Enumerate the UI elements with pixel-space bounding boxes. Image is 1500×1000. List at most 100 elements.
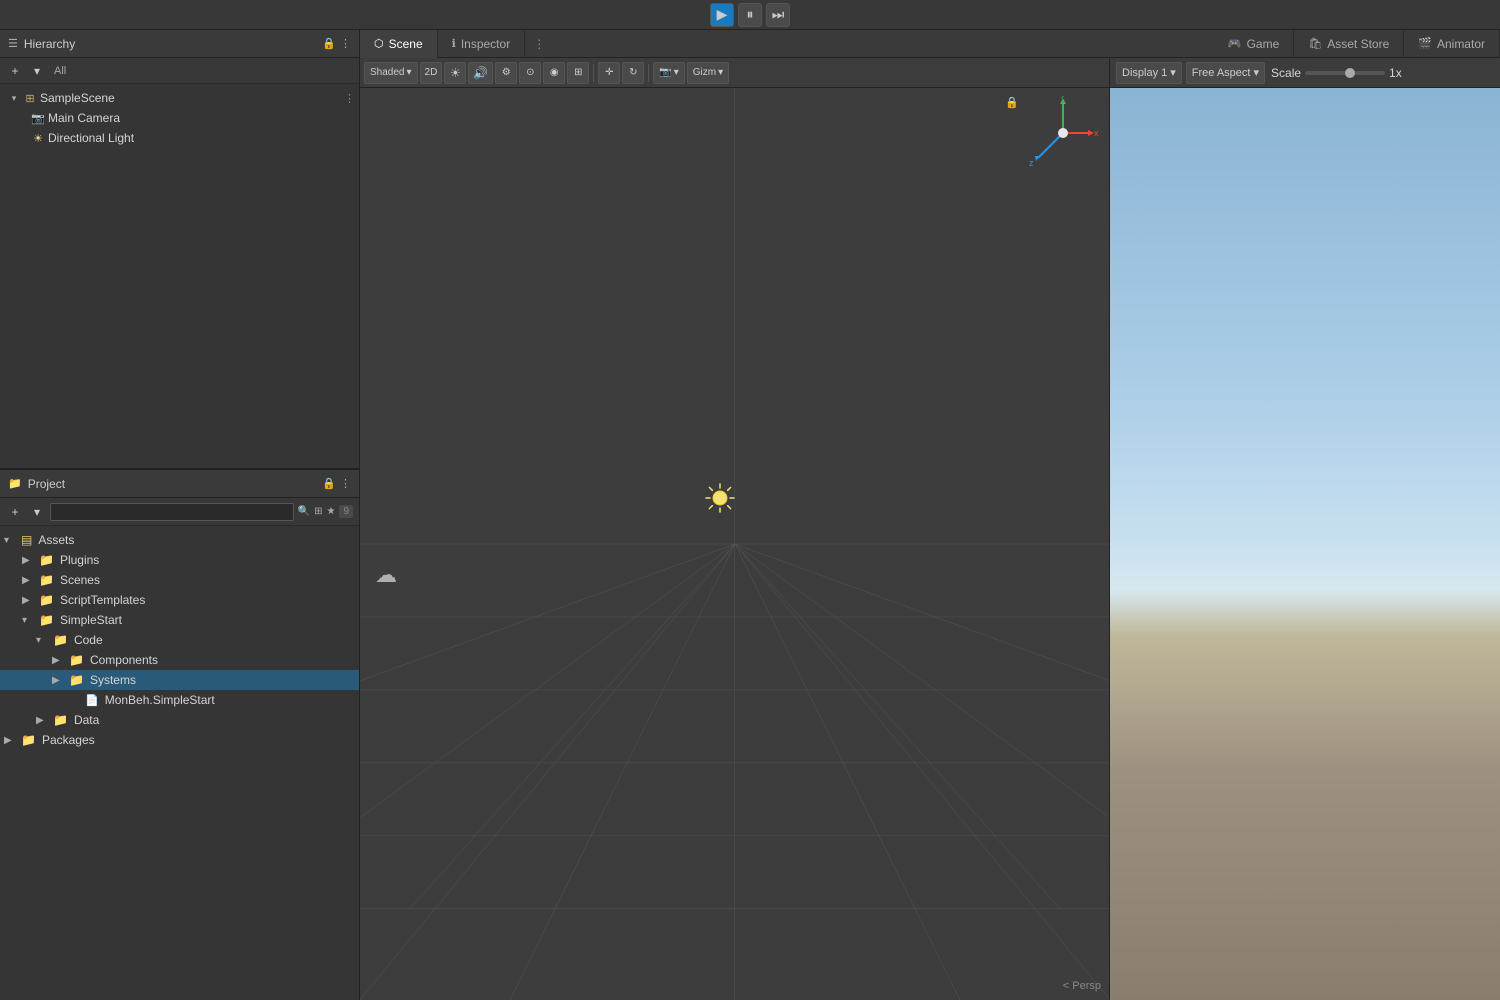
audio-toggle[interactable]: 🔊: [468, 62, 493, 84]
hierarchy-panel: ☰ Hierarchy 🔒 ⋮ + ▾ All ▾ ⊞ SampleScene …: [0, 30, 359, 470]
grid-toggle[interactable]: ⊞: [567, 62, 589, 84]
proj-systems[interactable]: ▶ 📁 Systems: [0, 670, 359, 690]
game-view-background: [1110, 88, 1500, 1000]
proj-scenes[interactable]: ▶ 📁 Scenes: [0, 570, 359, 590]
scene-persp-label: < Persp: [1063, 980, 1101, 992]
hierarchy-add-button[interactable]: +: [6, 62, 24, 80]
lighting-toggle[interactable]: ☀: [444, 62, 466, 84]
project-menu-icon[interactable]: ⋮: [340, 477, 351, 490]
proj-code[interactable]: ▾ 📁 Code: [0, 630, 359, 650]
content-split: Shaded ▾ 2D ☀ 🔊 ⚙ ⊙ ◉ ⊞ ✛ ↻ 📷: [360, 58, 1500, 1000]
play-button[interactable]: ▶: [710, 3, 734, 27]
pause-button[interactable]: ⏸: [738, 3, 762, 27]
scene-cam-btn[interactable]: ⊙: [519, 62, 541, 84]
code-arrow: ▾: [36, 635, 50, 646]
scene-cloud-icon: ☁: [375, 562, 397, 588]
project-search-input[interactable]: [50, 503, 294, 521]
2d-button[interactable]: 2D: [420, 62, 443, 84]
effects-toggle[interactable]: ⚙: [495, 62, 517, 84]
scene-tab-icon: ⬡: [374, 37, 384, 50]
components-folder-icon: 📁: [69, 653, 84, 667]
hierarchy-main-camera[interactable]: 📷 Main Camera: [0, 108, 359, 128]
plugins-arrow: ▶: [22, 555, 36, 566]
assets-label: Assets: [35, 533, 74, 547]
hierarchy-scene-root[interactable]: ▾ ⊞ SampleScene ⋮: [0, 88, 359, 108]
proj-data[interactable]: ▶ 📁 Data: [0, 710, 359, 730]
hierarchy-dropdown-button[interactable]: ▾: [28, 62, 46, 80]
hierarchy-directional-light[interactable]: ☀ Directional Light: [0, 128, 359, 148]
aspect-dropdown[interactable]: Free Aspect ▾: [1186, 62, 1265, 84]
move-tool[interactable]: ✛: [598, 62, 620, 84]
hidden-toggle[interactable]: ◉: [543, 62, 565, 84]
scene-lock-icon[interactable]: 🔒: [1005, 96, 1019, 109]
data-folder-icon: 📁: [53, 713, 68, 727]
project-header-right: 🔒 ⋮: [322, 477, 351, 490]
hierarchy-lock-icon[interactable]: 🔒: [322, 37, 336, 50]
hierarchy-all-button[interactable]: All: [50, 63, 70, 79]
shading-label: Shaded: [370, 67, 404, 78]
light-icon: ☀: [31, 131, 45, 145]
project-add-button[interactable]: +: [6, 503, 24, 521]
camera-dd-arrow: ▾: [674, 67, 679, 78]
step-button[interactable]: ⏭: [766, 3, 790, 27]
proj-scripttemplates[interactable]: ▶ 📁 ScriptTemplates: [0, 590, 359, 610]
hierarchy-header-right: 🔒 ⋮: [322, 37, 351, 50]
game-viewport-area: Display 1 ▾ Free Aspect ▾ Scale 1x: [1110, 58, 1500, 1000]
shading-arrow: ▾: [406, 67, 411, 78]
left-panel: ☰ Hierarchy 🔒 ⋮ + ▾ All ▾ ⊞ SampleScene …: [0, 30, 360, 1000]
display-arrow: ▾: [1170, 66, 1176, 79]
top-toolbar: ▶ ⏸ ⏭: [0, 0, 1500, 30]
proj-components[interactable]: ▶ 📁 Components: [0, 650, 359, 670]
tab-asset-store[interactable]: 🛍 Asset Store: [1294, 30, 1404, 58]
scene-tab-label: Scene: [389, 37, 423, 51]
gizmos-label: Gizm: [693, 67, 716, 78]
tab-inspector[interactable]: ℹ Inspector: [438, 30, 526, 58]
scale-track[interactable]: [1305, 71, 1385, 75]
scale-value: 1x: [1389, 66, 1402, 80]
proj-assets[interactable]: ▾ ▤ Assets: [0, 530, 359, 550]
proj-simplestart[interactable]: ▾ 📁 SimpleStart: [0, 610, 359, 630]
project-lock-icon[interactable]: 🔒: [322, 477, 336, 490]
tabs-overflow-menu[interactable]: ⋮: [525, 37, 553, 51]
gizmos-dropdown[interactable]: Gizm ▾: [687, 62, 729, 84]
rotate-tool[interactable]: ↻: [622, 62, 644, 84]
scene-viewport: ☁: [360, 88, 1109, 1000]
camera-dd-icon: 📷: [659, 67, 671, 78]
systems-label: Systems: [87, 673, 136, 687]
inspector-tab-label: Inspector: [461, 37, 510, 51]
camera-label: Main Camera: [48, 111, 120, 125]
hierarchy-toolbar: + ▾ All: [0, 58, 359, 84]
display-dropdown[interactable]: Display 1 ▾: [1116, 62, 1182, 84]
simplestart-folder-icon: 📁: [39, 613, 54, 627]
components-arrow: ▶: [52, 655, 66, 666]
hierarchy-menu-icon[interactable]: ⋮: [340, 37, 351, 50]
proj-plugins[interactable]: ▶ 📁 Plugins: [0, 550, 359, 570]
components-label: Components: [87, 653, 158, 667]
proj-packages[interactable]: ▶ 📁 Packages: [0, 730, 359, 750]
tab-animator[interactable]: 🎬 Animator: [1404, 30, 1500, 58]
packages-label: Packages: [39, 733, 95, 747]
scene-label: SampleScene: [40, 91, 115, 105]
project-panel: 📁 Project 🔒 ⋮ + ▾ 🔍 ⊞ ★ 9 ▾: [0, 470, 359, 1000]
data-label: Data: [71, 713, 99, 727]
scale-control: Scale 1x: [1271, 66, 1402, 80]
data-arrow: ▶: [36, 715, 50, 726]
shading-dropdown[interactable]: Shaded ▾: [364, 62, 418, 84]
monbeh-file-icon: 📄: [85, 694, 99, 707]
packages-arrow: ▶: [4, 735, 18, 746]
project-dd-button[interactable]: ▾: [28, 503, 46, 521]
scene-gizmo: x y z: [1026, 96, 1101, 171]
project-content: ▾ ▤ Assets ▶ 📁 Plugins ▶ 📁 Scenes: [0, 526, 359, 1000]
project-toolbar: + ▾ 🔍 ⊞ ★ 9: [0, 498, 359, 526]
code-folder-icon: 📁: [53, 633, 68, 647]
scene-menu[interactable]: ⋮: [344, 92, 355, 105]
svg-text:z: z: [1029, 158, 1034, 168]
hierarchy-header: ☰ Hierarchy 🔒 ⋮: [0, 30, 359, 58]
tab-game[interactable]: 🎮 Game: [1214, 30, 1294, 58]
tab-scene[interactable]: ⬡ Scene: [360, 30, 438, 58]
proj-monbeh[interactable]: 📄 MonBeh.SimpleStart: [0, 690, 359, 710]
scripttemplates-label: ScriptTemplates: [57, 593, 145, 607]
svg-text:x: x: [1094, 128, 1099, 138]
camera-dropdown[interactable]: 📷 ▾: [653, 62, 684, 84]
project-fav-icon: ★: [326, 506, 335, 517]
